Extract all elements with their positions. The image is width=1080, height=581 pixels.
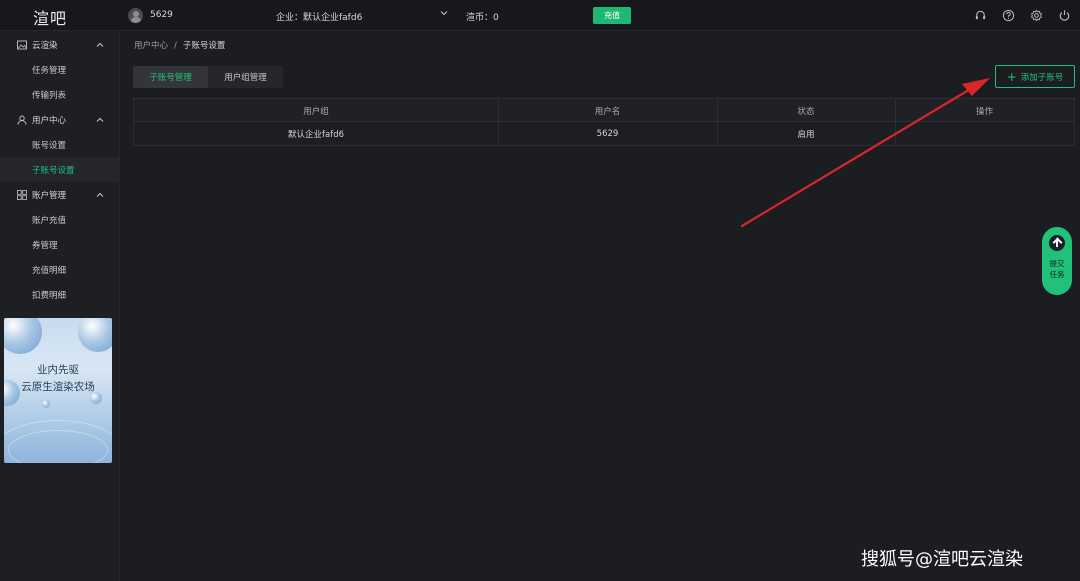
image-icon	[17, 40, 27, 50]
recharge-button[interactable]: 充值	[593, 7, 631, 24]
chevron-up-icon[interactable]	[96, 41, 104, 49]
chevron-down-icon[interactable]	[440, 9, 448, 17]
promo-line-2: 云原生渲染农场	[21, 381, 95, 393]
sidebar-item-recharge-details[interactable]: 充值明细	[0, 257, 120, 282]
chevron-up-icon[interactable]	[96, 116, 104, 124]
breadcrumb-separator: /	[174, 41, 177, 51]
help-icon[interactable]	[1002, 9, 1015, 22]
column-header-actions: 操作	[975, 106, 993, 117]
sidebar-item-transfer-list[interactable]: 传输列表	[0, 82, 120, 107]
coin-balance: 渲币：0	[466, 13, 499, 23]
sidebar-item-coupon-management[interactable]: 券管理	[0, 232, 120, 257]
grid-icon	[17, 190, 27, 200]
column-header-status: 状态	[797, 106, 815, 117]
table-row: 默认企业fafd6 5629 启用	[134, 122, 1074, 145]
tab-user-group-management[interactable]: 用户组管理	[208, 66, 283, 88]
power-icon[interactable]	[1058, 9, 1071, 22]
breadcrumb-current: 子账号设置	[182, 41, 226, 51]
float-button-line-2: 任务	[1049, 270, 1065, 279]
column-divider	[717, 99, 718, 145]
watermark: 搜狐号@渲吧云渲染	[861, 549, 1023, 570]
plus-icon: +	[1006, 69, 1017, 84]
sidebar-group-account-management[interactable]: 账户管理	[0, 182, 120, 207]
sidebar-item-label: 账号设置	[32, 141, 67, 151]
sidebar-group-cloud-render[interactable]: 云渲染	[0, 32, 120, 57]
sidebar-item-label: 任务管理	[32, 66, 67, 76]
chevron-up-icon[interactable]	[96, 191, 104, 199]
cell-status: 启用	[797, 129, 815, 140]
float-button-line-1: 提交	[1049, 259, 1065, 268]
avatar[interactable]	[128, 8, 143, 23]
bubble-decoration	[78, 318, 112, 352]
sidebar: 云渲染 任务管理 传输列表 用户中心 账号设置 子账号设置 账户管理 账户充值 …	[0, 31, 120, 581]
top-bar: 渲吧 5629 企业：默认企业fafd6 渲币：0 充值	[0, 0, 1080, 31]
sidebar-group-label: 账户管理	[32, 191, 67, 201]
sidebar-item-label: 子账号设置	[32, 166, 75, 176]
sidebar-group-user-center[interactable]: 用户中心	[0, 107, 120, 132]
sidebar-item-label: 账户充值	[32, 216, 67, 226]
add-subaccount-label: 添加子账号	[1020, 72, 1064, 83]
user-icon	[17, 115, 27, 125]
settings-icon[interactable]	[1030, 9, 1043, 22]
breadcrumb-parent[interactable]: 用户中心	[134, 41, 168, 51]
water-ripple-decoration	[8, 430, 108, 463]
cell-username: 5629	[596, 128, 619, 139]
sidebar-item-label: 充值明细	[32, 266, 67, 276]
sidebar-item-label: 传输列表	[32, 91, 67, 101]
sidebar-group-label: 云渲染	[32, 41, 58, 51]
column-divider	[895, 99, 896, 145]
tab-subaccount-management[interactable]: 子账号管理	[133, 66, 208, 88]
sidebar-item-account-recharge[interactable]: 账户充值	[0, 207, 120, 232]
cell-user-group: 默认企业fafd6	[288, 129, 344, 140]
headset-icon[interactable]	[974, 9, 987, 22]
sidebar-item-subaccount-settings[interactable]: 子账号设置	[0, 157, 120, 182]
promo-banner[interactable]: 业内先驱 云原生渲染农场	[4, 318, 112, 463]
column-header-user-group: 用户组	[303, 106, 329, 117]
sidebar-group-label: 用户中心	[32, 116, 67, 126]
sidebar-item-account-settings[interactable]: 账号设置	[0, 132, 120, 157]
sidebar-item-task-management[interactable]: 任务管理	[0, 57, 120, 82]
column-header-username: 用户名	[594, 106, 621, 117]
user-id: 5629	[150, 10, 173, 20]
submit-task-float-button[interactable]: 提交 任务	[1042, 227, 1072, 295]
promo-line-1: 业内先驱	[37, 364, 79, 376]
upload-arrow-icon	[1049, 235, 1065, 251]
add-subaccount-button[interactable]: + 添加子账号	[995, 65, 1075, 88]
app-logo[interactable]: 渲吧	[33, 5, 67, 29]
cell-actions[interactable]	[895, 122, 1074, 145]
sidebar-item-label: 券管理	[32, 241, 58, 251]
tab-bar: 子账号管理 用户组管理	[133, 66, 283, 88]
company-selector[interactable]: 企业：默认企业fafd6	[276, 10, 362, 23]
table-header: 用户组 用户名 状态 操作	[134, 99, 1074, 122]
subaccount-table: 用户组 用户名 状态 操作 默认企业fafd6 5629 启用	[133, 98, 1075, 146]
bubble-decoration	[4, 318, 42, 354]
sidebar-item-label: 扣费明细	[32, 291, 67, 301]
column-divider	[498, 99, 499, 145]
sidebar-item-deduction-details[interactable]: 扣费明细	[0, 282, 120, 307]
bubble-decoration	[42, 400, 50, 408]
breadcrumb: 用户中心 / 子账号设置	[134, 39, 225, 51]
